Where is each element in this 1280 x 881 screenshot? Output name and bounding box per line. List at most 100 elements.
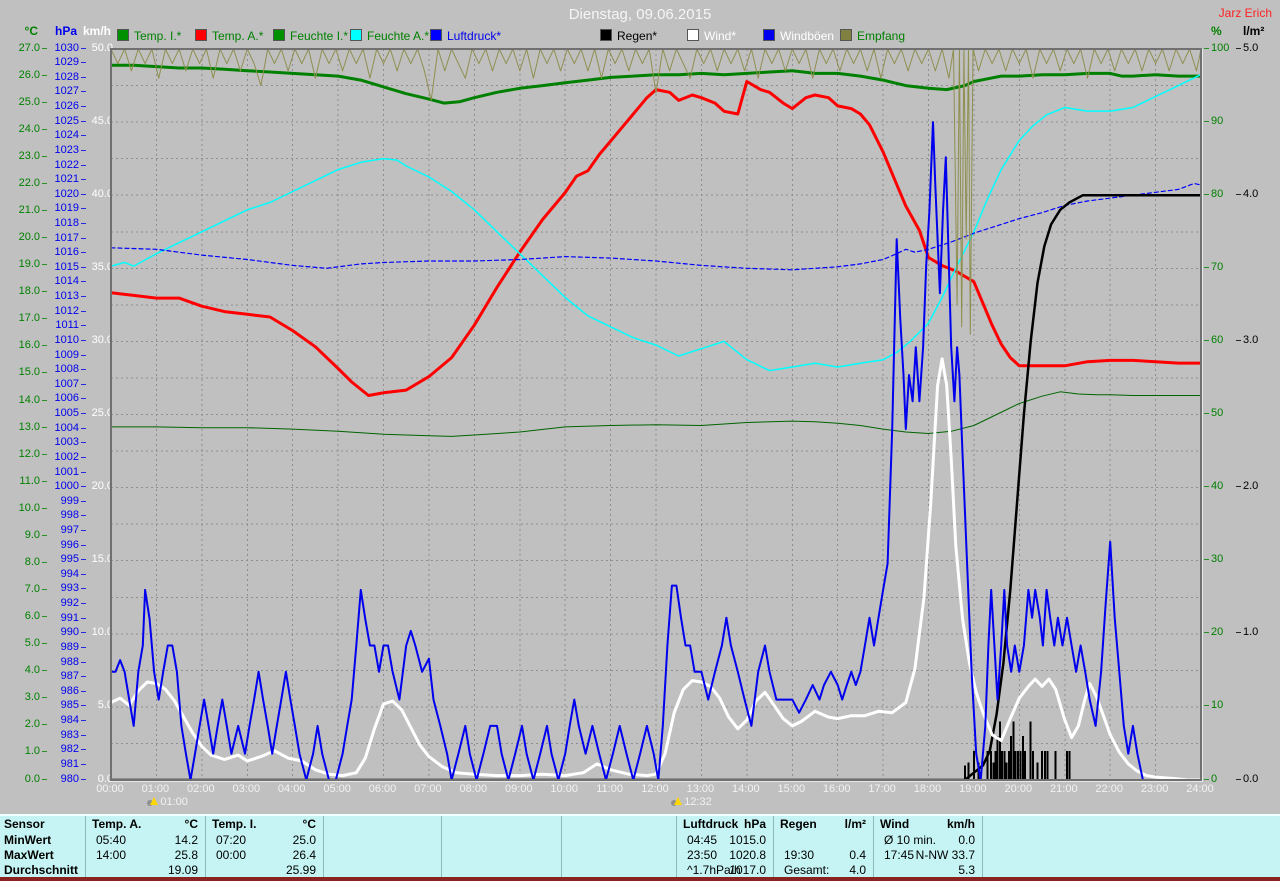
sun-marker-icon	[674, 797, 682, 805]
legend-item-wind[interactable]: Wind*	[687, 29, 736, 42]
y-tick-c: 8.0	[0, 556, 40, 569]
y-tick-kmh: 25.0	[73, 407, 113, 420]
table-row-label: Durchschnitt	[4, 863, 78, 878]
y-tick-pct: 70	[1211, 261, 1223, 274]
y-tick-c: 1.0	[0, 745, 40, 758]
y-tick-c: 19.0	[0, 258, 40, 271]
table-sensor-unit: °C	[86, 817, 198, 832]
y-tick-c: 17.0	[0, 312, 40, 325]
legend-color-swatch-icon	[350, 29, 362, 41]
table-cell-value: 25.8	[86, 848, 198, 863]
x-tick-label: 14:00	[724, 783, 768, 795]
x-tick-label: 23:00	[1133, 783, 1177, 795]
statistics-table: SensorMinWertMaxWertDurchschnittTemp. A.…	[0, 814, 1280, 879]
y-tick-hpa: 994	[39, 568, 79, 581]
legend-item-label: Feuchte I.*	[290, 29, 348, 43]
y-tick-hpa: 1016	[39, 246, 79, 259]
table-row-label: Sensor	[4, 817, 45, 832]
y-tick-hpa: 996	[39, 539, 79, 552]
y-tick-lm2: 1.0	[1243, 626, 1258, 639]
y-tick-c: 11.0	[0, 475, 40, 488]
y-tick-kmh: 50.0	[73, 42, 113, 55]
y-tick-pct: 20	[1211, 626, 1223, 639]
y-tick-c: 3.0	[0, 691, 40, 704]
axis-header-kmh: km/h	[71, 24, 111, 38]
y-tick-lm2: 2.0	[1243, 480, 1258, 493]
y-tick-c: 0.0	[0, 773, 40, 786]
legend-color-swatch-icon	[600, 29, 612, 41]
table-cell-value: 26.4	[206, 848, 316, 863]
y-tick-hpa: 1027	[39, 85, 79, 98]
y-tick-hpa: 998	[39, 509, 79, 522]
legend-color-swatch-icon	[273, 29, 285, 41]
y-tick-pct: 100	[1211, 42, 1229, 55]
y-tick-c: 12.0	[0, 448, 40, 461]
y-tick-c: 2.0	[0, 718, 40, 731]
x-tick-label: 07:00	[406, 783, 450, 795]
x-tick-label: 04:00	[270, 783, 314, 795]
legend-item-tempa[interactable]: Temp. A.*	[195, 29, 263, 42]
legend-item-windben[interactable]: Windböen	[763, 29, 834, 42]
legend-item-luftdruck[interactable]: Luftdruck*	[430, 29, 501, 42]
y-tick-kmh: 10.0	[73, 626, 113, 639]
table-cell-value: 14.2	[86, 833, 198, 848]
y-tick-lm2: 4.0	[1243, 188, 1258, 201]
series-luftdruck	[111, 184, 1201, 270]
x-tick-label: 09:00	[497, 783, 541, 795]
weather-app-window: Dienstag, 09.06.2015 Jarz Erich Temp. I.…	[0, 0, 1280, 881]
y-tick-pct: 90	[1211, 115, 1223, 128]
table-cell-value: 25.99	[206, 863, 316, 878]
y-tick-hpa: 1014	[39, 275, 79, 288]
legend-item-label: Temp. I.*	[134, 29, 181, 43]
x-tick-label: 00:00	[88, 783, 132, 795]
table-sensor-unit: km/h	[874, 817, 975, 832]
x-tick-label: 01:00	[133, 783, 177, 795]
legend-item-empfang[interactable]: Empfang	[840, 29, 905, 42]
y-tick-hpa: 1008	[39, 363, 79, 376]
y-tick-c: 5.0	[0, 637, 40, 650]
x-tick-label: 05:00	[315, 783, 359, 795]
y-tick-hpa: 1012	[39, 305, 79, 318]
chart-plot-area	[110, 48, 1202, 781]
y-tick-hpa: 1023	[39, 144, 79, 157]
y-tick-hpa: 1002	[39, 451, 79, 464]
y-tick-hpa: 1009	[39, 349, 79, 362]
y-tick-lm2: 3.0	[1243, 334, 1258, 347]
x-tick-label: 19:00	[951, 783, 995, 795]
y-tick-c: 9.0	[0, 529, 40, 542]
sun-marker-time: 12:32	[684, 796, 712, 808]
y-tick-c: 23.0	[0, 150, 40, 163]
y-tick-c: 15.0	[0, 366, 40, 379]
x-tick-label: 03:00	[224, 783, 268, 795]
y-tick-c: 14.0	[0, 394, 40, 407]
table-sensor-unit: hPa	[677, 817, 766, 832]
y-tick-hpa: 1003	[39, 436, 79, 449]
table-column-separator	[982, 816, 983, 879]
legend-item-label: Regen*	[617, 29, 657, 43]
y-tick-hpa: 997	[39, 524, 79, 537]
y-tick-pct: 60	[1211, 334, 1223, 347]
y-tick-kmh: 30.0	[73, 334, 113, 347]
table-sensor-unit: °C	[206, 817, 316, 832]
y-tick-hpa: 1007	[39, 378, 79, 391]
legend-item-label: Wind*	[704, 29, 736, 43]
x-tick-label: 13:00	[678, 783, 722, 795]
y-tick-hpa: 1022	[39, 159, 79, 172]
table-sensor-unit: l/m²	[774, 817, 866, 832]
y-tick-hpa: 1018	[39, 217, 79, 230]
legend-item-feuchtei[interactable]: Feuchte I.*	[273, 29, 348, 42]
y-tick-c: 4.0	[0, 664, 40, 677]
table-row-label: MinWert	[4, 833, 51, 848]
y-tick-pct: 10	[1211, 699, 1223, 712]
y-tick-c: 20.0	[0, 231, 40, 244]
legend-color-swatch-icon	[763, 29, 775, 41]
legend-item-tempi[interactable]: Temp. I.*	[117, 29, 181, 42]
y-tick-hpa: 1011	[39, 319, 79, 332]
sun-marker-time: 01:00	[160, 796, 188, 808]
legend-item-regen[interactable]: Regen*	[600, 29, 657, 42]
x-tick-label: 18:00	[906, 783, 950, 795]
legend-item-feuchtea[interactable]: Feuchte A.*	[350, 29, 429, 42]
y-tick-hpa: 984	[39, 714, 79, 727]
x-tick-label: 11:00	[588, 783, 632, 795]
y-tick-c: 22.0	[0, 177, 40, 190]
